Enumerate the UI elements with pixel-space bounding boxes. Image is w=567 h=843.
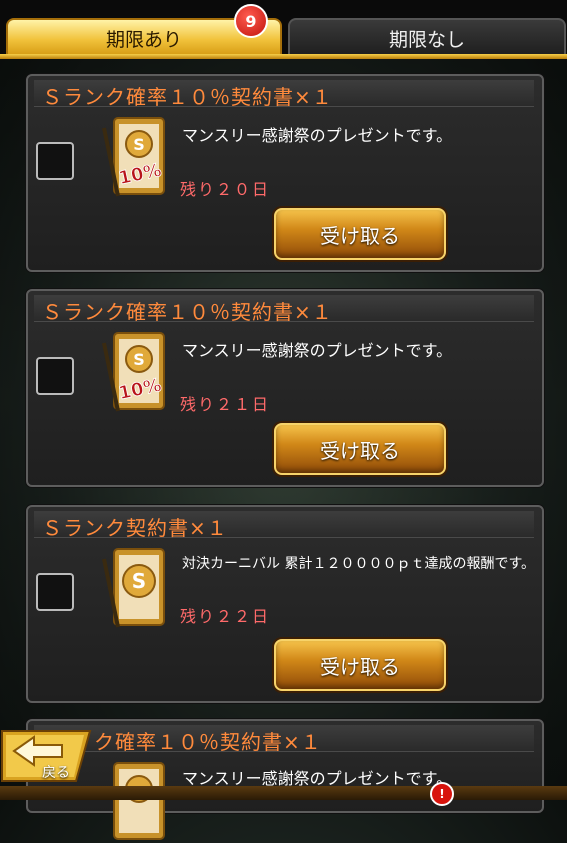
card-title: Ｓランク確率１０％契約書×１: [42, 300, 333, 324]
tab-no-expiry[interactable]: 期限なし: [288, 18, 566, 56]
svg-text:S: S: [133, 350, 145, 369]
remaining-days: 残り２２日: [180, 607, 271, 626]
svg-text:S: S: [132, 569, 146, 593]
receive-button-label: 受け取る: [320, 438, 400, 463]
card-title: Ｓランク契約書×１: [42, 516, 228, 540]
select-checkbox[interactable]: [36, 142, 74, 180]
card-title: Ｓランク確率１０％契約書×１: [42, 85, 333, 109]
remaining-days: 残り２１日: [180, 395, 271, 414]
card-description: 対決カーニバル 累計１２００００ｐｔ達成の報酬です。: [182, 556, 536, 572]
alert-badge: !: [430, 782, 454, 806]
select-checkbox[interactable]: [36, 573, 74, 611]
s-rank-contract-icon: S: [102, 548, 165, 628]
receive-button[interactable]: 受け取る: [274, 208, 446, 260]
card-header: Ｓランク確率１０％契約書×１: [34, 295, 534, 324]
tab-underline: [0, 54, 567, 59]
select-checkbox[interactable]: [36, 357, 74, 395]
receive-button-label: 受け取る: [320, 223, 400, 248]
card-description: マンスリー感謝祭のプレゼントです。: [182, 126, 453, 145]
card-title: ク確率１０％契約書×１: [94, 730, 322, 754]
s-rank-10-percent-contract-icon: [113, 762, 165, 840]
card-description: マンスリー感謝祭のプレゼントです。: [182, 341, 453, 360]
card-header: Ｓランク確率１０％契約書×１: [34, 80, 534, 109]
svg-text:S: S: [133, 135, 145, 154]
bottom-nav[interactable]: [0, 786, 567, 800]
s-rank-10-percent-contract-icon: S 10%: [102, 117, 165, 197]
tab-no-expiry-label: 期限なし: [388, 28, 465, 51]
tab-with-expiry-label: 期限あり: [105, 28, 182, 51]
present-card: Ｓランク確率１０％契約書×１ S 10% マンスリー感謝祭のプレゼントです。 残…: [26, 74, 544, 272]
receive-button[interactable]: 受け取る: [274, 639, 446, 691]
back-button-label: 戻る: [42, 765, 70, 781]
present-card: Ｓランク確率１０％契約書×１ S 10% マンスリー感謝祭のプレゼントです。 残…: [26, 289, 544, 487]
tab-bar: 期限あり 9 期限なし: [0, 0, 567, 59]
tab-count-badge: 9: [234, 4, 268, 38]
receive-button-label: 受け取る: [320, 654, 400, 679]
card-header: ク確率１０％契約書×１: [34, 725, 534, 754]
s-rank-10-percent-contract-icon: S 10%: [102, 332, 165, 412]
remaining-days: 残り２０日: [180, 180, 271, 199]
receive-button[interactable]: 受け取る: [274, 423, 446, 475]
present-card: Ｓランク契約書×１ S 対決カーニバル 累計１２００００ｐｔ達成の報酬です。 残…: [26, 505, 544, 703]
card-header: Ｓランク契約書×１: [34, 511, 534, 540]
